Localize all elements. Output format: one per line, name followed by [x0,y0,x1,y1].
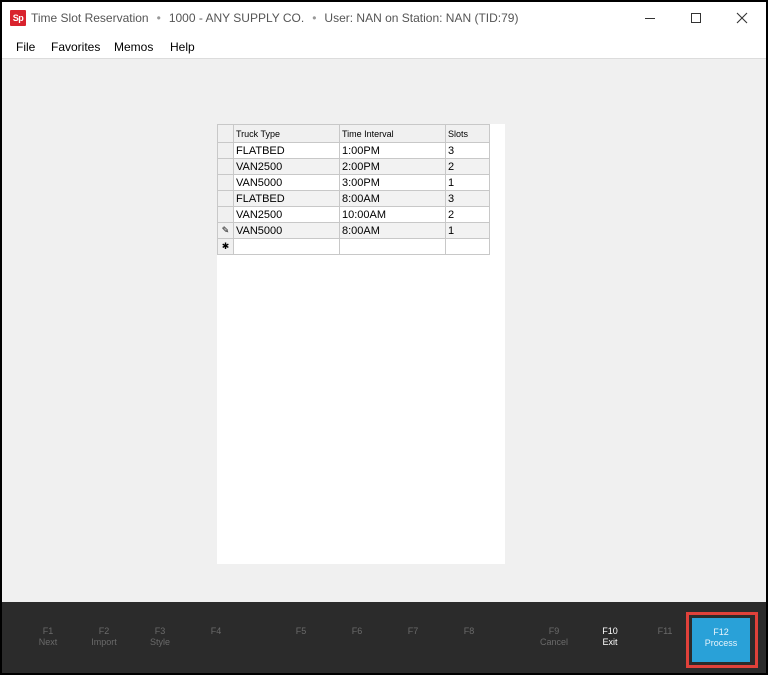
cell-truck-type[interactable] [233,238,340,255]
f9-cancel-button[interactable]: F9 Cancel [529,626,579,648]
column-header-time-interval[interactable]: Time Interval [339,124,446,143]
fkey-code: F6 [351,626,363,636]
cell-slots[interactable] [445,238,490,255]
f3-style-button[interactable]: F3 Style [135,626,185,648]
f7-button[interactable]: F7 [388,626,438,637]
fkey-label: Process [704,638,738,648]
column-header-truck-type[interactable]: Truck Type [233,124,340,143]
f6-button[interactable]: F6 [332,626,382,637]
grid-header-row: Truck Type Time Interval Slots [217,124,490,143]
close-button[interactable] [719,2,765,34]
fkey-code: F2 [98,626,110,636]
fkey-code: F4 [210,626,222,636]
cell-time-interval[interactable]: 2:00PM [339,158,446,175]
fkey-label: Exit [602,637,618,647]
f8-button[interactable]: F8 [444,626,494,637]
cell-time-interval[interactable]: 10:00AM [339,206,446,223]
cell-slots[interactable]: 3 [445,142,490,159]
time-slot-grid-panel: Truck Type Time Interval Slots FLATBED 1… [217,124,505,564]
fkey-label: Next [38,637,58,647]
title-separator: • [156,11,161,25]
app-window: Sp Time Slot Reservation • 1000 - ANY SUPP… [2,2,766,673]
fkey-code: F9 [548,626,560,636]
cell-truck-type[interactable]: VAN2500 [233,206,340,223]
cell-time-interval[interactable]: 8:00AM [339,190,446,207]
column-header-slots[interactable]: Slots [445,124,490,143]
window-title-name: Time Slot Reservation [31,11,149,25]
table-row[interactable]: VAN5000 3:00PM 1 [217,174,490,191]
f4-button[interactable]: F4 [191,626,241,637]
minimize-button[interactable] [627,2,673,34]
cell-slots[interactable]: 3 [445,190,490,207]
cell-time-interval[interactable]: 1:00PM [339,142,446,159]
cell-truck-type[interactable]: VAN5000 [233,174,340,191]
menu-file[interactable]: File [16,40,35,54]
new-row[interactable]: ✱ [217,238,490,255]
cell-time-interval[interactable]: 3:00PM [339,174,446,191]
maximize-button[interactable] [673,2,719,34]
window-title-user: User: NAN on Station: NAN (TID:79) [324,11,519,25]
cell-truck-type[interactable]: FLATBED [233,190,340,207]
cell-truck-type[interactable]: VAN2500 [233,158,340,175]
content-area: Truck Type Time Interval Slots FLATBED 1… [2,59,766,602]
table-row[interactable]: VAN2500 2:00PM 2 [217,158,490,175]
cell-slots[interactable]: 1 [445,174,490,191]
new-row-asterisk-icon[interactable]: ✱ [217,238,234,255]
menu-memos[interactable]: Memos [114,40,153,54]
cell-slots[interactable]: 1 [445,222,490,239]
f11-button[interactable]: F11 [640,626,690,637]
fkey-code: F10 [602,626,618,636]
fkey-code: F7 [407,626,419,636]
maximize-icon [691,13,701,23]
fkey-code: F5 [295,626,307,636]
fkey-code: F1 [42,626,54,636]
row-header-corner[interactable] [217,124,234,143]
window-title-company: 1000 - ANY SUPPLY CO. [168,11,305,25]
f10-exit-button[interactable]: F10 Exit [585,626,635,648]
title-bar: Sp Time Slot Reservation • 1000 - ANY SUPP… [2,2,766,34]
row-selector[interactable] [217,158,234,175]
menu-help[interactable]: Help [170,40,195,54]
f5-button[interactable]: F5 [276,626,326,637]
menu-bar: File Favorites Memos Help [2,34,766,59]
minimize-icon [645,17,655,19]
fkey-label: Import [91,637,117,647]
row-selector[interactable] [217,174,234,191]
row-selector[interactable] [217,142,234,159]
cell-truck-type[interactable]: FLATBED [233,142,340,159]
f2-import-button[interactable]: F2 Import [79,626,129,648]
title-separator: • [312,11,317,25]
cell-time-interval[interactable]: 8:00AM [339,222,446,239]
fkey-label: Cancel [539,637,568,647]
time-slot-grid[interactable]: Truck Type Time Interval Slots FLATBED 1… [217,124,490,255]
fkey-code: F3 [154,626,166,636]
f12-process-button[interactable]: F12 Process [692,618,750,662]
table-row[interactable]: VAN2500 10:00AM 2 [217,206,490,223]
cell-slots[interactable]: 2 [445,158,490,175]
cell-truck-type[interactable]: VAN5000 [233,222,340,239]
table-row[interactable]: FLATBED 8:00AM 3 [217,190,490,207]
table-row[interactable]: ✎ VAN5000 8:00AM 1 [217,222,490,239]
cell-time-interval[interactable] [339,238,446,255]
menu-favorites[interactable]: Favorites [51,40,100,54]
row-selector[interactable] [217,190,234,207]
edit-row-pencil-icon[interactable]: ✎ [217,222,234,239]
close-icon [736,12,748,24]
function-key-bar: F1 Next F2 Import F3 Style F4 F5 F6 F7 F8 F… [2,602,766,673]
fkey-code: F8 [463,626,475,636]
fkey-code: F12 [713,627,729,637]
window-title: Time Slot Reservation • 1000 - ANY SUPPLY … [31,11,518,25]
fkey-code: F11 [657,626,673,636]
app-logo-icon: Sp [10,10,26,26]
f1-next-button[interactable]: F1 Next [23,626,73,648]
table-row[interactable]: FLATBED 1:00PM 3 [217,142,490,159]
cell-slots[interactable]: 2 [445,206,490,223]
fkey-label: Style [149,637,170,647]
row-selector[interactable] [217,206,234,223]
